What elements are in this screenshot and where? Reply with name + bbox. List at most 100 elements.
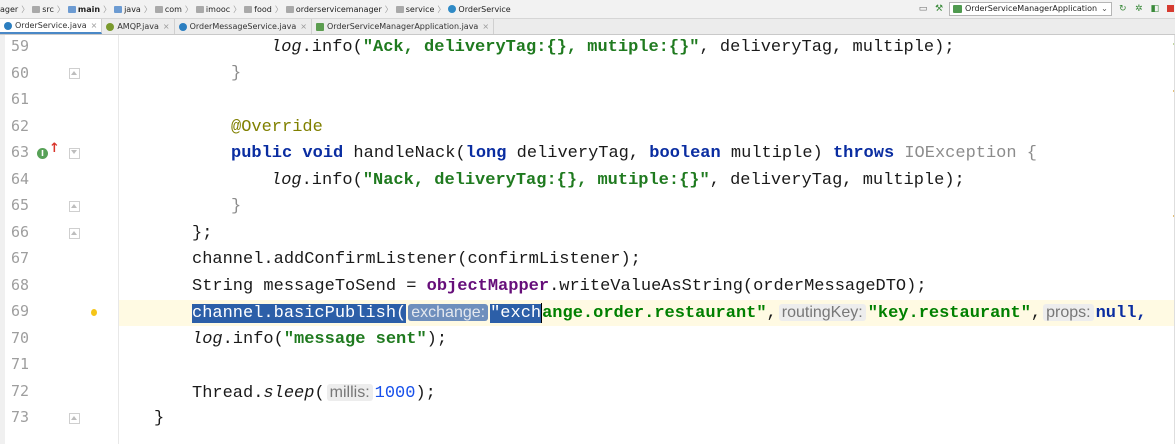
- layout-icon[interactable]: ▭: [918, 4, 928, 14]
- breadcrumb-item[interactable]: food: [244, 5, 272, 14]
- package-icon: [244, 5, 253, 13]
- line-number: 70: [11, 329, 30, 347]
- implements-arrow-icon[interactable]: ↑: [49, 141, 60, 156]
- field-reference: objectMapper: [426, 277, 550, 296]
- tab-application[interactable]: OrderServiceManagerApplication.java ×: [312, 19, 495, 34]
- code-line-70: log.info("message sent");: [119, 327, 1175, 353]
- code-text: , deliveryTag, multiple);: [709, 171, 965, 190]
- tab-order-message-service[interactable]: OrderMessageService.java ×: [175, 19, 312, 34]
- breadcrumb-item[interactable]: ager: [0, 5, 18, 14]
- tab-order-service[interactable]: OrderService.java ×: [0, 19, 103, 34]
- code-text: );: [426, 330, 448, 349]
- code-text: {: [1016, 144, 1037, 163]
- logger-field: log: [271, 38, 302, 57]
- exception-type: IOException: [894, 144, 1017, 163]
- fold-end-icon[interactable]: [69, 413, 80, 424]
- line-number: 72: [11, 382, 30, 400]
- method-name: handleNack(: [343, 144, 466, 163]
- logger-field: log: [192, 330, 223, 349]
- keyword: throws: [832, 144, 895, 163]
- editor-gutter[interactable]: 59 60 61 62 63 64 65 66 67 68 69 70 71 7…: [5, 35, 118, 444]
- breadcrumb-item[interactable]: imooc: [195, 5, 230, 14]
- close-icon[interactable]: ×: [163, 22, 170, 31]
- implementing-method-icon[interactable]: I: [37, 148, 48, 159]
- breadcrumb-item[interactable]: OrderService: [448, 5, 511, 14]
- toolbar-right: ▭ ⚒ OrderServiceManagerApplication ⌄ ↻ ✲…: [918, 1, 1175, 16]
- keyword: boolean: [649, 144, 721, 163]
- tab-label: AMQP.java: [117, 22, 159, 31]
- run-configuration-dropdown[interactable]: OrderServiceManagerApplication ⌄: [949, 1, 1112, 16]
- line-number: 73: [11, 408, 30, 426]
- close-icon[interactable]: ×: [91, 21, 98, 30]
- code-editor[interactable]: log.info("Ack, deliveryTag:{}, mutiple:{…: [119, 35, 1175, 444]
- chevron-down-icon: ⌄: [1101, 4, 1108, 13]
- keyword: void: [302, 144, 344, 163]
- code-text: .info(: [222, 330, 284, 349]
- stop-icon[interactable]: [1166, 4, 1175, 14]
- parameter-hint: props:: [1043, 304, 1094, 321]
- breadcrumb-label: ager: [0, 4, 19, 14]
- close-icon[interactable]: ×: [300, 22, 307, 31]
- code-text: };: [192, 224, 213, 243]
- breadcrumb-separator-icon: 〉: [143, 4, 152, 14]
- string-literal: "Nack, deliveryTag:{}, mutiple:{}": [362, 171, 710, 190]
- package-icon: [195, 5, 204, 13]
- selected-text: channel.basicPublish(: [192, 304, 407, 323]
- selected-text: "exch: [490, 304, 542, 323]
- fold-end-icon[interactable]: [69, 201, 80, 212]
- code-text: deliveryTag,: [506, 144, 650, 163]
- rerun-icon[interactable]: ↻: [1118, 4, 1128, 14]
- tab-amqp[interactable]: AMQP.java ×: [102, 19, 175, 34]
- code-text: Thread.: [192, 384, 264, 403]
- code-line-73: }: [119, 406, 1175, 432]
- code-line-69: channel.basicPublish(exchange: "exchange.…: [119, 300, 1175, 326]
- code-text: (: [314, 384, 325, 403]
- run-configuration-label: OrderServiceManagerApplication: [965, 4, 1098, 13]
- class-icon: [178, 22, 187, 31]
- code-line-65: }: [119, 194, 1175, 220]
- code-line-66: };: [119, 221, 1175, 247]
- code-line-68: String messageToSend = objectMapper.writ…: [119, 274, 1175, 300]
- breadcrumb-separator-icon: 〉: [233, 4, 242, 14]
- fold-end-icon[interactable]: [69, 228, 80, 239]
- intention-bulb-icon[interactable]: [91, 309, 97, 316]
- breadcrumb-item[interactable]: main: [67, 5, 100, 14]
- build-hammer-icon[interactable]: ⚒: [934, 4, 944, 14]
- line-number: 65: [11, 196, 30, 214]
- breadcrumb-item[interactable]: src: [32, 5, 54, 14]
- static-method: sleep: [263, 384, 315, 403]
- debug-icon[interactable]: ✲: [1134, 4, 1144, 14]
- breadcrumb-label: orderservicemanager: [295, 4, 382, 14]
- breadcrumb-label: src: [42, 4, 54, 14]
- fold-end-icon[interactable]: [69, 68, 80, 79]
- navigation-bar: ager 〉 src 〉 main 〉 java 〉 com 〉 imooc 〉…: [0, 0, 1175, 19]
- breadcrumb-label: java: [124, 4, 141, 14]
- coverage-icon[interactable]: ◧: [1150, 4, 1160, 14]
- breadcrumb-item[interactable]: orderservicemanager: [285, 4, 382, 14]
- folder-icon: [114, 5, 123, 13]
- package-icon: [285, 5, 294, 13]
- breadcrumb-label: food: [254, 4, 272, 14]
- code-line-72: Thread.sleep(millis: 1000);: [119, 380, 1175, 406]
- breadcrumb-item[interactable]: java: [114, 5, 141, 14]
- breadcrumb-separator-icon: 〉: [184, 4, 193, 14]
- breadcrumb-separator-icon: 〉: [274, 4, 283, 14]
- logger-field: log: [271, 171, 302, 190]
- keyword: long: [465, 144, 507, 163]
- line-number: 60: [11, 64, 30, 82]
- code-line-59: log.info("Ack, deliveryTag:{}, mutiple:{…: [119, 35, 1175, 61]
- keyword: null,: [1095, 304, 1147, 323]
- breadcrumb-item[interactable]: service: [395, 5, 434, 14]
- code-text: }: [154, 409, 165, 428]
- fold-start-icon[interactable]: [69, 148, 80, 159]
- close-icon[interactable]: ×: [482, 22, 489, 31]
- breadcrumb-label: com: [164, 4, 182, 14]
- breadcrumb-item[interactable]: com: [154, 4, 182, 14]
- code-line-64: log.info("Nack, deliveryTag:{}, mutiple:…: [119, 168, 1175, 194]
- folder-icon: [32, 5, 41, 13]
- parameter-hint: routingKey:: [778, 304, 866, 321]
- tab-label: OrderMessageService.java: [189, 22, 297, 31]
- number-literal: 1000: [374, 384, 416, 403]
- line-number: 64: [11, 170, 30, 188]
